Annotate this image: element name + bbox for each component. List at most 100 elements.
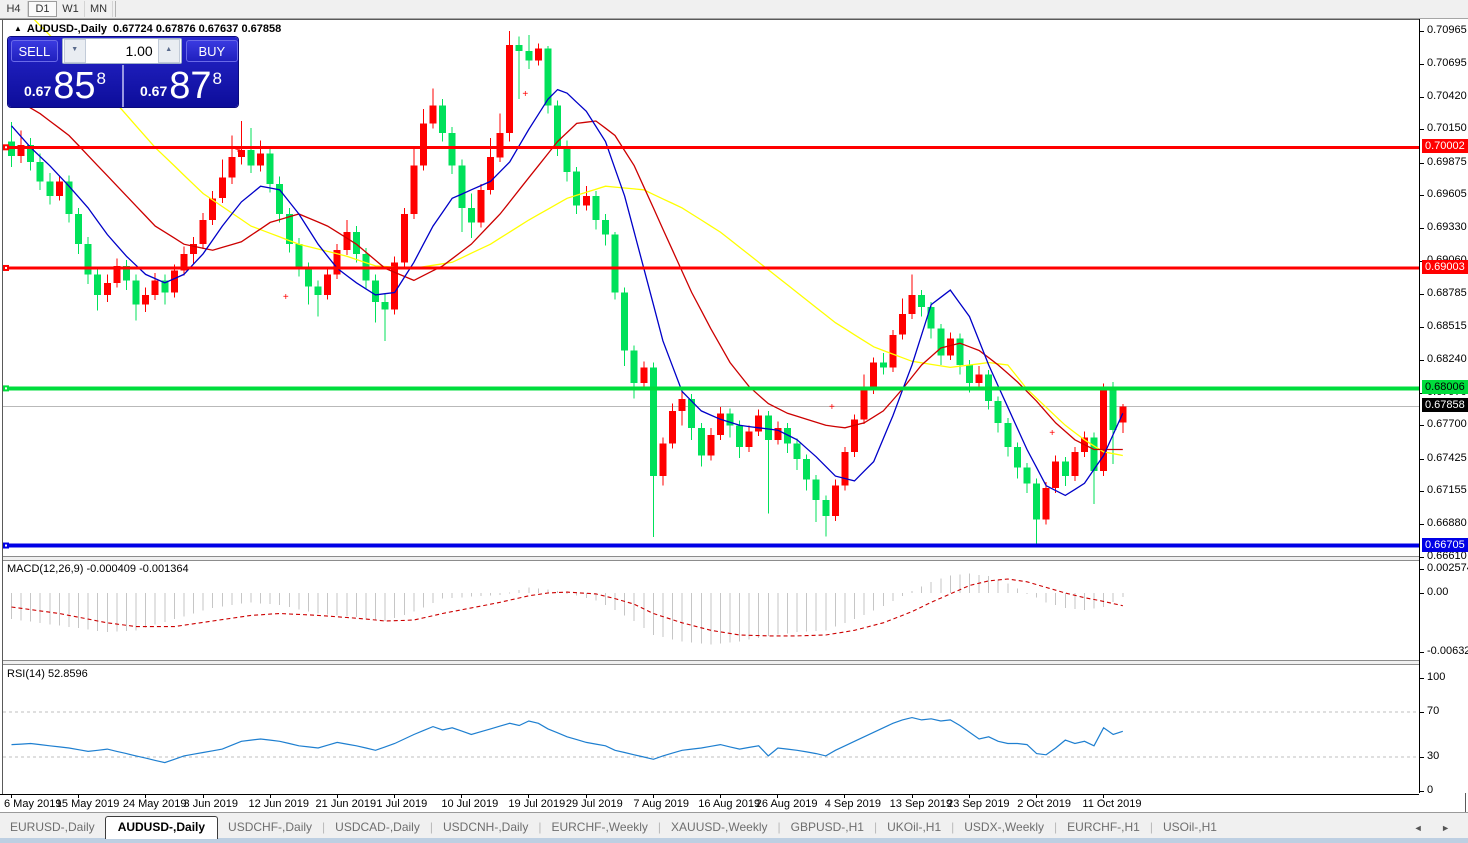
price-tick-mark <box>1420 294 1424 296</box>
chart-tab-ukoil-h1[interactable]: UKOil-,H1 <box>877 817 951 838</box>
price-tick-label: 0.66610 <box>1427 550 1467 562</box>
sell-price-sup: 8 <box>96 69 106 88</box>
price-tick-label: 0.69605 <box>1427 188 1467 201</box>
chart-title: ▲ AUDUSD-,Daily 0.67724 0.67876 0.67637 0.… <box>14 23 281 35</box>
volume-decrease-button[interactable]: ▼ <box>63 39 86 63</box>
level-price-label: 0.68006 <box>1422 380 1468 395</box>
chart-tab-usdcnh-daily[interactable]: USDCNH-,Daily <box>433 817 538 838</box>
chart-plot-area[interactable]: + + + + + <box>0 20 1419 794</box>
trading-terminal: H4 D1 W1 MN + + + + + ▲ AUDUSD-,Daily 0.67724 0.6… <box>0 0 1468 843</box>
chart-tab-usdcad-daily[interactable]: USDCAD-,Daily <box>325 817 430 838</box>
sell-price[interactable]: 0.67 85 8 <box>8 65 124 107</box>
price-tick-label: 0.68240 <box>1427 353 1467 366</box>
buy-price[interactable]: 0.67 87 8 <box>124 65 238 107</box>
price-tick-label: 0.70420 <box>1427 89 1467 102</box>
price-tick-label: 0.70150 <box>1427 122 1467 135</box>
chart-marker-icon: + <box>235 145 241 156</box>
date-label: 19 Jul 2019 <box>508 798 566 810</box>
level-line-handle-dot <box>5 387 7 390</box>
chart-symbol-label: AUDUSD-,Daily <box>26 23 107 35</box>
price-axis[interactable]: 0.70965 0.70695 0.70420 0.70150 0.69875 0.696… <box>1420 19 1468 796</box>
buy-price-prefix: 0.67 <box>140 83 168 99</box>
rsi-tick-mark <box>1420 757 1424 758</box>
panel-resize-handle[interactable] <box>3 660 1419 665</box>
chart-tab-xauusd-weekly[interactable]: XAUUSD-,Weekly <box>661 817 777 838</box>
chart-tab-usdx-weekly[interactable]: USDX-,Weekly <box>954 817 1054 838</box>
date-label: 26 Aug 2019 <box>755 798 818 810</box>
level-price-label: 0.70002 <box>1422 139 1468 154</box>
macd-tick-mark <box>1420 651 1424 653</box>
date-label: 15 May 2019 <box>55 798 120 810</box>
macd-indicator-label: MACD(12,26,9) -0.000409 -0.001364 <box>7 563 189 575</box>
price-tick-mark <box>1420 425 1424 427</box>
macd-tick-mark <box>1420 593 1424 594</box>
chart-tab-bar: EURUSD-,Daily AUDUSD-,Daily USDCHF-,Daily |… <box>0 812 1468 839</box>
chart-tab-usdchf-daily[interactable]: USDCHF-,Daily <box>218 817 322 838</box>
buy-price-big: 87 <box>169 65 212 107</box>
buy-button[interactable]: BUY <box>185 40 238 62</box>
current-price-label: 0.67858 <box>1422 398 1468 413</box>
price-tick-mark <box>1420 129 1424 131</box>
price-tick-mark <box>1420 228 1424 230</box>
date-label: 29 Jul 2019 <box>565 798 623 810</box>
timeframe-button-h4[interactable]: H4 <box>0 1 28 17</box>
tab-scroll-arrows[interactable]: ◄ ► <box>1414 823 1458 838</box>
price-tick-label: 0.68785 <box>1427 287 1467 300</box>
price-tick-mark <box>1420 31 1424 32</box>
date-label: 12 Jun 2019 <box>248 798 310 810</box>
timeframe-button-mn[interactable]: MN <box>85 1 113 17</box>
timeframe-button-w1[interactable]: W1 <box>57 1 85 17</box>
chart-marker-icon: + <box>1049 428 1055 439</box>
price-tick-mark <box>1420 524 1424 526</box>
chart-tab-eurchf-h1[interactable]: EURCHF-,H1 <box>1057 817 1150 838</box>
chart-marker-icon: + <box>522 89 528 100</box>
collapse-arrow-icon[interactable]: ▲ <box>14 24 22 33</box>
toolbar-separator <box>115 1 116 17</box>
date-label: 4 Sep 2019 <box>824 798 882 810</box>
level-line-handle-dot <box>5 146 7 149</box>
rsi-tick-mark <box>1420 790 1424 792</box>
price-tick-mark <box>1420 96 1424 98</box>
buy-price-sup: 8 <box>212 69 222 88</box>
date-label: 24 May 2019 <box>122 798 187 810</box>
price-tick-label: 0.67700 <box>1427 418 1467 431</box>
volume-increase-button[interactable]: ▲ <box>157 39 180 63</box>
sell-button[interactable]: SELL <box>11 40 58 62</box>
price-tick-mark <box>1420 360 1424 362</box>
date-label: 1 Jul 2019 <box>376 798 428 810</box>
level-price-label: 0.66705 <box>1422 537 1468 552</box>
timeframe-button-d1[interactable]: D1 <box>28 1 57 17</box>
chart-background <box>3 20 1419 794</box>
chart-tab-usoil-h1[interactable]: USOil-,H1 <box>1153 817 1227 838</box>
rsi-tick-mark <box>1420 678 1424 680</box>
date-label: 23 Sep 2019 <box>947 798 1010 810</box>
chart-marker-icon: + <box>283 292 289 303</box>
date-label: 16 Aug 2019 <box>698 798 761 810</box>
chart-tab-eurusd-daily[interactable]: EURUSD-,Daily <box>0 817 105 838</box>
price-tick-mark <box>1420 491 1424 493</box>
level-line-handle-dot <box>5 266 7 269</box>
chart-tab-gbpusd-h1[interactable]: GBPUSD-,H1 <box>781 817 874 838</box>
rsi-tick-mark <box>1420 712 1424 713</box>
price-tick-mark <box>1420 557 1424 558</box>
rsi-indicator-label: RSI(14) 52.8596 <box>7 668 88 680</box>
price-tick-mark <box>1420 195 1424 197</box>
chart-marker-icon: + <box>829 402 835 413</box>
volume-input[interactable]: 1.00 <box>87 43 157 59</box>
price-tick-label: 0.69330 <box>1427 221 1467 234</box>
chart-tab-eurchf-weekly[interactable]: EURCHF-,Weekly <box>541 817 657 838</box>
price-tick-label: 0.67155 <box>1427 484 1467 497</box>
sell-price-big: 85 <box>53 65 96 107</box>
macd-tick-mark <box>1420 568 1424 570</box>
level-price-label: 0.69003 <box>1422 259 1468 274</box>
date-axis[interactable]: 6 May 2019 15 May 2019 24 May 2019 3 Jun 20… <box>0 794 1419 813</box>
price-tick-label: 0.66880 <box>1427 517 1467 530</box>
date-label: 6 May 2019 <box>4 798 62 810</box>
chart-window: + + + + + ▲ AUDUSD-,Daily 0.67724 0.67876 0.67… <box>0 19 1468 843</box>
one-click-trading-panel: SELL ▼ 1.00 ▲ BUY 0.67 85 8 0.67 87 8 <box>8 37 238 107</box>
panel-resize-handle[interactable] <box>3 556 1419 561</box>
date-label: 10 Jul 2019 <box>441 798 499 810</box>
date-label: 13 Sep 2019 <box>889 798 953 810</box>
chart-tab-audusd-daily[interactable]: AUDUSD-,Daily <box>104 816 219 839</box>
date-label: 2 Oct 2019 <box>1017 798 1072 810</box>
